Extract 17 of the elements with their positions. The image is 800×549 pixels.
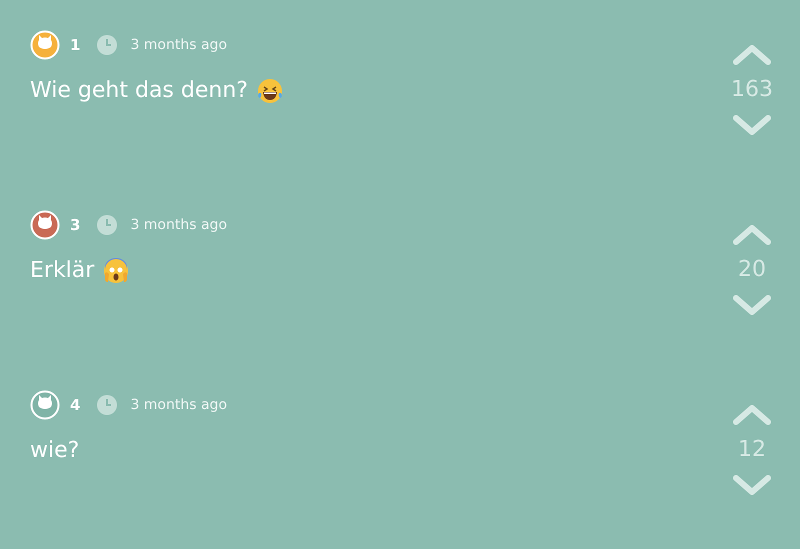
vote-count: 163 bbox=[731, 79, 773, 101]
screaming-face-icon bbox=[102, 256, 130, 284]
timestamp: 3 months ago bbox=[130, 396, 228, 414]
comment-text: Erklär bbox=[30, 257, 94, 285]
clock-icon bbox=[96, 394, 118, 416]
user-number: 1 bbox=[70, 34, 80, 56]
vote-count: 20 bbox=[738, 259, 766, 281]
user-number: 3 bbox=[70, 214, 80, 236]
clock-icon bbox=[96, 34, 118, 56]
clock-icon bbox=[96, 214, 118, 236]
timestamp: 3 months ago bbox=[130, 216, 228, 234]
comment-text: Wie geht das denn? bbox=[30, 77, 248, 105]
vote-count: 12 bbox=[738, 439, 766, 461]
user-number: 4 bbox=[70, 394, 80, 416]
timestamp: 3 months ago bbox=[130, 36, 228, 54]
laughing-face-icon bbox=[256, 76, 284, 104]
comment-text: wie? bbox=[30, 437, 80, 465]
